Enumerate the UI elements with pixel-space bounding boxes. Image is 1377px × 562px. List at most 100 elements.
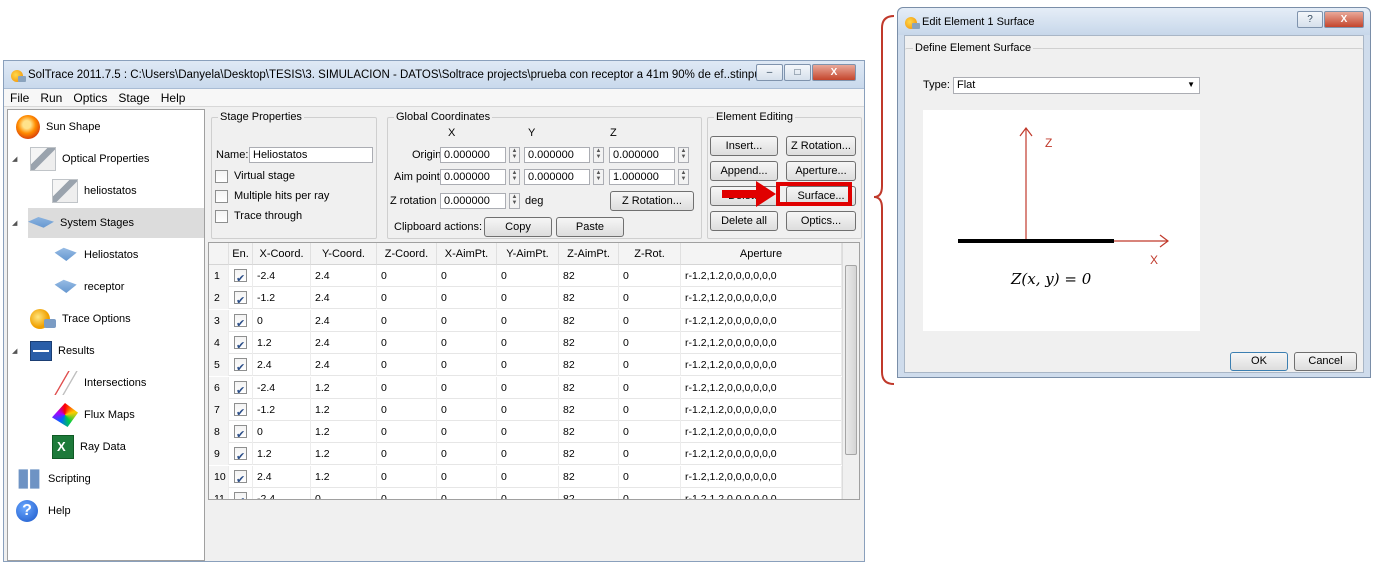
table-cell[interactable]: 0	[253, 309, 311, 332]
table-cell[interactable]: 0	[437, 331, 497, 354]
table-cell[interactable]: 2.4	[311, 265, 377, 287]
table-row[interactable]: 2-1.22.4000820r-1.2,1.2,0,0,0,0,0,0	[209, 287, 842, 310]
enabled-checkbox[interactable]	[234, 491, 247, 499]
delete-all-button[interactable]: Delete all	[710, 211, 778, 231]
sidebar-item-results[interactable]: Results	[30, 336, 204, 366]
aim-y-spinner[interactable]: ▲ ▼	[593, 169, 604, 185]
table-cell[interactable]: 0	[437, 465, 497, 488]
table-cell[interactable]: 0	[437, 443, 497, 466]
table-row[interactable]: 1-2.42.4000820r-1.2,1.2,0,0,0,0,0,0	[209, 265, 842, 287]
column-header[interactable]: Y-Coord.	[311, 243, 377, 265]
surface-type-select[interactable]: Flat ▼	[953, 77, 1200, 94]
enabled-checkbox[interactable]	[234, 313, 247, 332]
table-cell[interactable]: 0	[497, 287, 559, 310]
table-cell[interactable]: -2.4	[253, 376, 311, 399]
table-cell[interactable]: 0	[619, 465, 681, 488]
table-cell[interactable]: 0	[377, 265, 437, 287]
table-cell[interactable]: 0	[619, 398, 681, 421]
table-row[interactable]: 102.41.2000820r-1.2,1.2,0,0,0,0,0,0	[209, 465, 842, 488]
column-header[interactable]: Z-AimPt.	[559, 243, 619, 265]
sidebar-item-ray-data[interactable]: Ray Data	[52, 432, 202, 462]
table-cell[interactable]: 0	[619, 309, 681, 332]
menu-run[interactable]: Run	[40, 91, 62, 105]
aim-z-spinner[interactable]: ▲ ▼	[678, 169, 689, 185]
column-header[interactable]: Y-AimPt.	[497, 243, 559, 265]
table-cell[interactable]: 0	[377, 421, 437, 444]
row-number[interactable]: 3	[209, 309, 229, 332]
enabled-checkbox[interactable]	[234, 469, 247, 488]
row-number[interactable]: 10	[209, 465, 229, 488]
enabled-cell[interactable]	[229, 398, 253, 421]
table-cell[interactable]: 0	[619, 376, 681, 399]
column-header[interactable]: X-AimPt.	[437, 243, 497, 265]
virtual-stage-checkbox[interactable]	[215, 170, 228, 183]
origin-z-input[interactable]: 0.000000	[609, 147, 675, 163]
sidebar-item-flux-maps[interactable]: Flux Maps	[52, 400, 202, 430]
table-cell[interactable]: 0	[311, 488, 377, 499]
origin-x-spinner[interactable]: ▲ ▼	[509, 147, 520, 163]
origin-y-spinner[interactable]: ▲ ▼	[593, 147, 604, 163]
table-cell[interactable]: 0	[619, 287, 681, 310]
table-cell[interactable]: -1.2	[253, 398, 311, 421]
table-cell[interactable]: 0	[497, 488, 559, 499]
row-number[interactable]: 5	[209, 354, 229, 377]
table-cell[interactable]: 0	[437, 265, 497, 287]
table-cell[interactable]: r-1.2,1.2,0,0,0,0,0,0	[681, 354, 842, 377]
stage-z-rotation-button[interactable]: Z Rotation...	[610, 191, 694, 211]
table-cell[interactable]: r-1.2,1.2,0,0,0,0,0,0	[681, 309, 842, 332]
table-cell[interactable]: 0	[497, 376, 559, 399]
table-cell[interactable]: 1.2	[311, 376, 377, 399]
scrollbar-thumb[interactable]	[845, 265, 857, 455]
row-number[interactable]: 4	[209, 331, 229, 354]
enabled-checkbox[interactable]	[234, 424, 247, 443]
table-row[interactable]: 52.42.4000820r-1.2,1.2,0,0,0,0,0,0	[209, 354, 842, 377]
sidebar-item-intersections[interactable]: Intersections	[52, 368, 202, 398]
table-cell[interactable]: 0	[619, 265, 681, 287]
table-cell[interactable]: 0	[497, 331, 559, 354]
optics-button[interactable]: Optics...	[786, 211, 856, 231]
table-cell[interactable]: 0	[253, 421, 311, 444]
table-cell[interactable]: 0	[377, 398, 437, 421]
column-header[interactable]: Z-Rot.	[619, 243, 681, 265]
row-number[interactable]: 6	[209, 376, 229, 399]
row-number[interactable]: 11	[209, 488, 229, 499]
stage-name-input[interactable]: Heliostatos	[249, 147, 373, 163]
table-cell[interactable]: r-1.2,1.2,0,0,0,0,0,0	[681, 465, 842, 488]
table-cell[interactable]: 0	[619, 354, 681, 377]
table-cell[interactable]: r-1.2,1.2,0,0,0,0,0,0	[681, 376, 842, 399]
sidebar-item-stage-heliostatos[interactable]: Heliostatos	[52, 240, 202, 270]
table-cell[interactable]: 0	[497, 354, 559, 377]
column-header[interactable]: Aperture	[681, 243, 842, 265]
column-header[interactable]	[209, 243, 229, 265]
table-cell[interactable]: 0	[619, 488, 681, 499]
table-cell[interactable]: r-1.2,1.2,0,0,0,0,0,0	[681, 331, 842, 354]
enabled-cell[interactable]	[229, 376, 253, 399]
table-cell[interactable]: 0	[619, 421, 681, 444]
table-cell[interactable]: r-1.2,1.2,0,0,0,0,0,0	[681, 398, 842, 421]
table-row[interactable]: 801.2000820r-1.2,1.2,0,0,0,0,0,0	[209, 421, 842, 444]
menu-stage[interactable]: Stage	[118, 91, 149, 105]
collapse-caret-icon[interactable]: ◢	[12, 347, 17, 355]
table-cell[interactable]: 82	[559, 465, 619, 488]
table-cell[interactable]: 0	[377, 465, 437, 488]
trace-through-checkbox[interactable]	[215, 210, 228, 223]
table-cell[interactable]: r-1.2,1.2,0,0,0,0,0,0	[681, 443, 842, 466]
enabled-checkbox[interactable]	[234, 335, 247, 354]
origin-y-input[interactable]: 0.000000	[524, 147, 590, 163]
table-cell[interactable]: r-1.2,1.2,0,0,0,0,0,0	[681, 287, 842, 310]
enabled-checkbox[interactable]	[234, 402, 247, 421]
row-number[interactable]: 2	[209, 287, 229, 310]
row-number[interactable]: 1	[209, 265, 229, 287]
table-cell[interactable]: 82	[559, 354, 619, 377]
table-cell[interactable]: 0	[377, 287, 437, 310]
sidebar-item-stage-receptor[interactable]: receptor	[52, 272, 202, 302]
table-cell[interactable]: 0	[437, 398, 497, 421]
enabled-cell[interactable]	[229, 465, 253, 488]
column-header[interactable]: Z-Coord.	[377, 243, 437, 265]
table-cell[interactable]: 0	[619, 331, 681, 354]
close-button[interactable]: X	[812, 64, 856, 81]
sidebar-item-help[interactable]: ? Help	[16, 496, 204, 526]
sidebar-item-sun-shape[interactable]: Sun Shape	[16, 112, 204, 142]
table-row[interactable]: 6-2.41.2000820r-1.2,1.2,0,0,0,0,0,0	[209, 376, 842, 399]
enabled-cell[interactable]	[229, 287, 253, 310]
